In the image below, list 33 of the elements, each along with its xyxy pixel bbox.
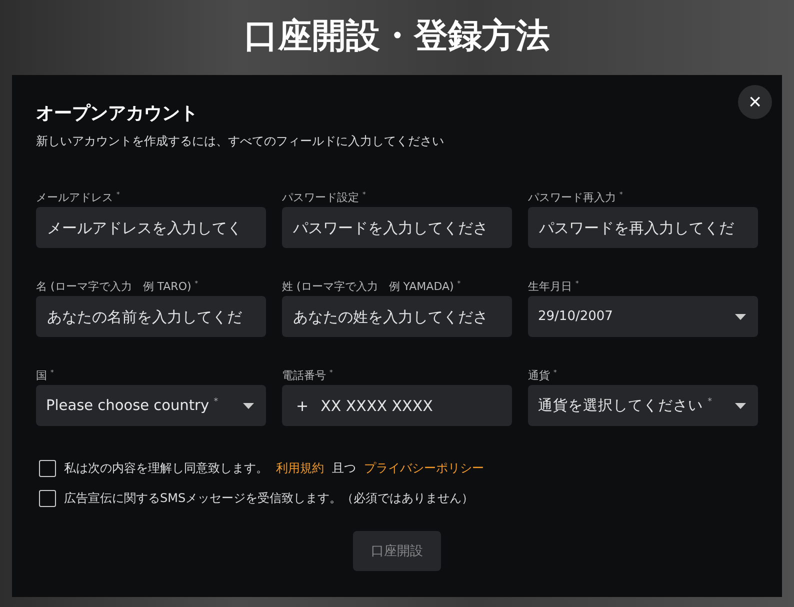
field-label: 電話番号 $^{*}$ [282,368,334,382]
close-button[interactable]: × [738,85,772,119]
checkbox-label: 私は次の内容を理解し同意致します。 [64,460,268,477]
phone-number-input[interactable]: XX XXXX XXXX [320,394,498,418]
dialog-title: オープンアカウント [36,102,199,125]
field-label: パスワード設定 $^{*}$ [282,190,367,204]
text-field[interactable]: パスワードを入力してくださ [282,207,512,248]
text-field[interactable]: パスワードを再入力してくだ [528,207,758,248]
field-label: 通貨 $^{*}$ [528,368,558,382]
text-field[interactable]: メールアドレスを入力してく [36,207,266,248]
page-title: 口座開設・登録方法 [244,15,550,58]
caret-icon [735,402,746,408]
select-field[interactable]: 29/10/2007 [528,296,758,337]
caret-icon [243,402,254,408]
field-label: メールアドレス $^{*}$ [36,190,121,204]
dialog-subtitle: 新しいアカウントを作成するには、すべてのフィールドに入力してください [36,133,445,150]
field-label: 生年月日 $^{*}$ [528,279,580,293]
field-label: 姓 (ローマ字で入力 例 YAMADA) $^{*}$ [282,279,462,293]
text-field[interactable]: あなたの姓を入力してくださ [282,296,512,337]
checkbox-label: 且つ [332,460,356,477]
checkbox-label: 広告宣伝に関するSMSメッセージを受信致します。（必須ではありません） [64,490,474,507]
text-field[interactable]: あなたの名前を入力してくだ [36,296,266,337]
select-field[interactable]: Please choose country $^{*}$ [36,385,266,426]
link[interactable]: 利用規約 [276,460,324,477]
link[interactable]: プライバシーポリシー [364,460,484,477]
field-label: パスワード再入力 $^{*}$ [528,190,624,204]
caret-icon [735,314,746,320]
select-field[interactable]: 通貨を選択してください $^{*}$ [528,385,758,426]
field-label: 国 $^{*}$ [36,368,55,382]
field-label: 名 (ローマ字で入力 例 TARO) $^{*}$ [36,279,200,293]
checkbox[interactable] [39,460,56,477]
checkbox[interactable] [39,490,56,507]
phone-field[interactable]: + XX XXXX XXXX [282,385,512,426]
